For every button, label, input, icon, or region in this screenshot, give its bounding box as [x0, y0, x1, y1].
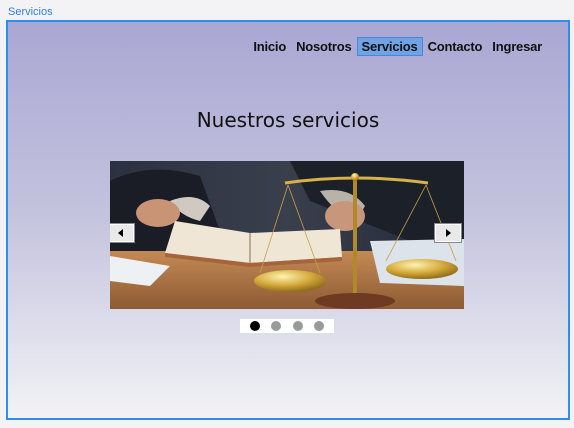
carousel-dot-3[interactable] — [292, 321, 303, 331]
page-frame: Inicio Nosotros Servicios Contacto Ingre… — [6, 20, 570, 420]
carousel-slide-image — [110, 161, 464, 309]
page-title: Nuestros servicios — [196, 108, 380, 132]
frame-label: Servicios — [8, 6, 53, 18]
nav-item-ingresar[interactable]: Ingresar — [487, 37, 547, 56]
carousel-dot-1[interactable] — [249, 321, 260, 331]
nav-item-servicios[interactable]: Servicios — [356, 37, 423, 56]
main-nav: Inicio Nosotros Servicios Contacto Ingre… — [248, 37, 547, 56]
image-carousel — [110, 161, 464, 309]
carousel-prev-button[interactable] — [110, 223, 135, 243]
nav-item-contacto[interactable]: Contacto — [423, 37, 488, 56]
carousel-next-button[interactable] — [434, 223, 462, 243]
arrow-right-icon — [446, 229, 451, 237]
carousel-dot-4[interactable] — [314, 321, 325, 331]
arrow-left-icon — [118, 229, 123, 237]
carousel-indicators — [240, 319, 334, 333]
nav-item-inicio[interactable]: Inicio — [248, 37, 291, 56]
nav-item-nosotros[interactable]: Nosotros — [291, 37, 356, 56]
carousel-dot-2[interactable] — [271, 321, 282, 331]
